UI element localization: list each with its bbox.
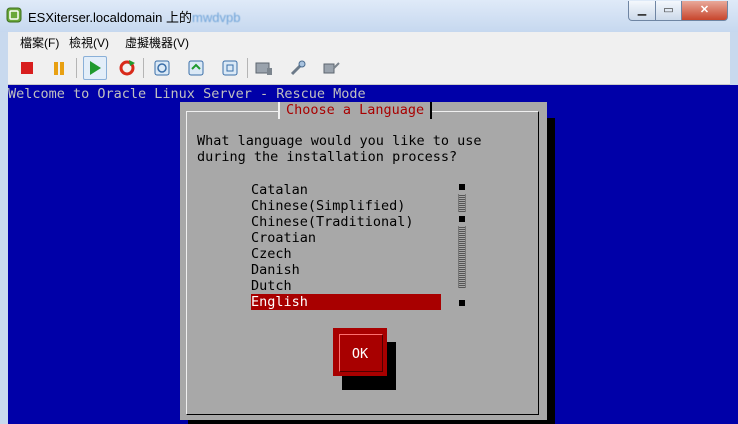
window-title: ESXiterser.localdomain 上的mwdvpb [28, 7, 240, 26]
snapshot-manager-button[interactable] [219, 57, 241, 79]
play-button[interactable] [83, 56, 107, 80]
play-icon [90, 61, 101, 75]
reset-icon [119, 60, 135, 76]
snapshot-manager-icon [222, 60, 238, 76]
menu-vm[interactable]: 虛擬機器(V) [125, 34, 189, 51]
toolbar-separator [143, 58, 144, 78]
close-button[interactable]: ✕ [681, 1, 728, 21]
pause-icon [54, 61, 64, 75]
vm-settings-button[interactable] [253, 57, 275, 79]
vmware-app-icon [6, 7, 22, 23]
toolbar-separator [76, 58, 77, 78]
maximize-button[interactable]: ▭ [655, 1, 682, 21]
reset-button[interactable] [116, 57, 138, 79]
ok-button-label: OK [351, 346, 369, 362]
language-list-scrollbar[interactable] [458, 182, 466, 306]
snapshot-take-icon [154, 60, 170, 76]
scroll-up-icon[interactable] [459, 184, 465, 190]
menu-bar: 檔案(F) 檢視(V) 虛擬機器(V) [8, 32, 730, 52]
stop-icon [21, 62, 33, 74]
menu-view[interactable]: 檢視(V) [69, 34, 109, 51]
dialog-title: Choose a Language [278, 102, 433, 119]
pause-button[interactable] [48, 57, 70, 79]
language-item[interactable]: Croatian [251, 230, 441, 246]
language-dialog: Choose a Language What language would yo… [180, 102, 547, 420]
console-header-text: Welcome to Oracle Linux Server - Rescue … [8, 86, 366, 102]
language-item[interactable]: Czech [251, 246, 441, 262]
language-item[interactable]: Dutch [251, 278, 441, 294]
ok-button[interactable]: OK [333, 328, 387, 376]
dialog-question: What language would you like to use duri… [197, 133, 481, 165]
language-item[interactable]: Chinese(Traditional) [251, 214, 441, 230]
minimize-button[interactable]: ▁ [628, 1, 656, 21]
snapshot-revert-icon [188, 60, 204, 76]
tools-button[interactable] [287, 57, 309, 79]
connect-icon [323, 62, 340, 74]
scrollbar-thumb[interactable] [458, 194, 466, 212]
question-line-2: during the installation process? [197, 149, 458, 165]
language-item[interactable]: Danish [251, 262, 441, 278]
vm-console[interactable]: Welcome to Oracle Linux Server - Rescue … [8, 85, 738, 424]
snapshot-take-button[interactable] [151, 57, 173, 79]
language-item[interactable]: Chinese(Simplified) [251, 198, 441, 214]
language-item[interactable]: Catalan [251, 182, 441, 198]
snapshot-revert-button[interactable] [185, 57, 207, 79]
window-title-bar: ESXiterser.localdomain 上的mwdvpb ▁ ▭ ✕ [0, 0, 738, 32]
stop-button[interactable] [16, 57, 38, 79]
window-title-text: ESXiterser.localdomain 上的 [28, 10, 193, 25]
window-title-tail: mwdvpb [192, 10, 241, 25]
question-line-1: What language would you like to use [197, 133, 482, 149]
toolbar [8, 52, 730, 85]
scroll-down-icon[interactable] [459, 300, 465, 306]
language-item-selected[interactable]: English [251, 294, 441, 310]
vm-settings-icon [255, 62, 272, 75]
connect-button[interactable] [321, 57, 343, 79]
toolbar-separator [247, 58, 248, 78]
tools-icon [290, 60, 306, 76]
scrollbar-track[interactable] [458, 226, 466, 288]
scroll-mark-icon [459, 216, 465, 222]
menu-file[interactable]: 檔案(F) [20, 34, 59, 51]
